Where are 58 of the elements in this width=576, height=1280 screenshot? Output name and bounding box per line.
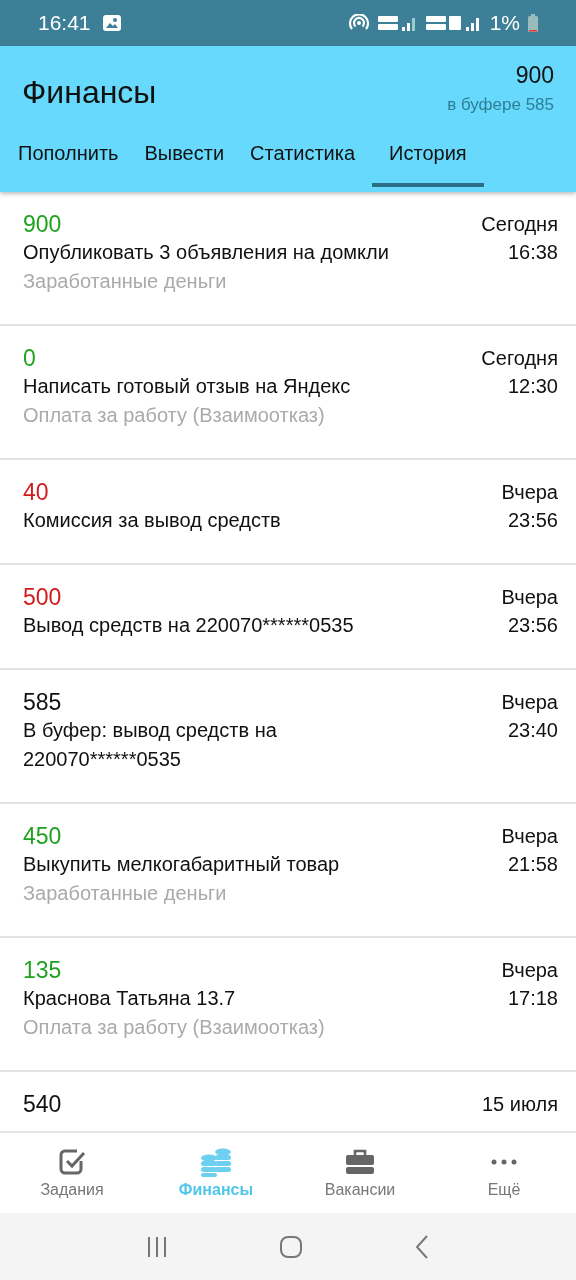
transaction-date: 15 июля xyxy=(481,1092,558,1117)
recent-apps-icon[interactable] xyxy=(145,1235,168,1258)
more-icon xyxy=(489,1159,519,1165)
transaction-date: Вчера xyxy=(501,690,558,715)
amount: 500 xyxy=(23,583,63,611)
transaction-date: Вчера xyxy=(501,480,558,505)
buffer-balance: в буфере 585 xyxy=(447,95,554,115)
transaction-time: 12:30 xyxy=(507,374,558,399)
transaction-title: Опубликовать 3 объявления на домкли xyxy=(23,240,389,265)
transaction-time: 23:56 xyxy=(507,508,558,533)
battery-percent: 1% xyxy=(489,11,520,35)
tab[interactable]: Статистика xyxy=(241,128,365,187)
amount: 0 xyxy=(23,344,37,372)
transaction-type: Заработанные деньги xyxy=(23,269,228,294)
amount: 585 xyxy=(23,688,63,716)
transaction-date: Вчера xyxy=(501,958,558,983)
tab[interactable]: Вывести xyxy=(135,128,234,187)
transaction-date: Сегодня xyxy=(481,346,558,371)
transaction-title: В буфер: вывод средств на 220070******0535 xyxy=(23,718,278,772)
volte-signal-icon xyxy=(425,14,482,32)
amount: 900 xyxy=(23,210,63,238)
home-icon[interactable] xyxy=(279,1234,303,1259)
nav-item[interactable]: Ещё xyxy=(432,1133,576,1213)
transaction-title: Выкупить мелкогабаритный товар xyxy=(23,852,340,877)
transaction-type: Оплата за работу (Взаимоотказ) xyxy=(23,1015,325,1040)
tab[interactable]: Пополнить xyxy=(9,128,128,187)
hotspot-icon xyxy=(347,14,370,32)
nav-item[interactable]: Задания xyxy=(0,1133,144,1213)
transaction-date: Вчера xyxy=(501,824,558,849)
coins-icon xyxy=(200,1147,232,1177)
volte-signal-icon xyxy=(377,14,418,32)
transaction-title: Краснова Татьяна 13.7 xyxy=(23,986,237,1011)
balance: 900 xyxy=(515,62,554,89)
tab[interactable]: История xyxy=(372,128,484,187)
page-title: Финансы xyxy=(22,74,157,112)
nav-item[interactable]: Вакансии xyxy=(288,1133,432,1213)
back-icon[interactable] xyxy=(414,1234,431,1259)
transaction-title: Вывод средств на 220070******0535 xyxy=(23,613,354,638)
battery-icon xyxy=(528,14,538,32)
amount: 540 xyxy=(23,1090,62,1118)
transaction-title: Написать готовый отзыв на Яндекс xyxy=(23,374,351,399)
checkbox-icon xyxy=(57,1147,87,1177)
amount: 135 xyxy=(23,956,63,984)
transaction-date: Вчера xyxy=(501,585,558,610)
amount: 40 xyxy=(23,478,50,506)
briefcase-icon xyxy=(345,1147,375,1177)
transaction-time: 23:40 xyxy=(507,718,558,743)
transaction-time: 16:38 xyxy=(507,240,558,265)
transaction-time: 23:56 xyxy=(507,613,558,638)
transaction-type: Оплата за работу (Взаимоотказ) xyxy=(23,403,326,428)
transaction-title: Комиссия за вывод средств xyxy=(23,508,281,533)
clock: 16:41 xyxy=(38,11,91,35)
transaction-time: 21:58 xyxy=(507,852,558,877)
transaction-date: Сегодня xyxy=(481,212,558,237)
transaction-type: Заработанные деньги xyxy=(23,881,228,906)
amount: 450 xyxy=(23,822,63,850)
transaction-time: 17:18 xyxy=(507,986,558,1011)
image-icon xyxy=(102,15,121,31)
